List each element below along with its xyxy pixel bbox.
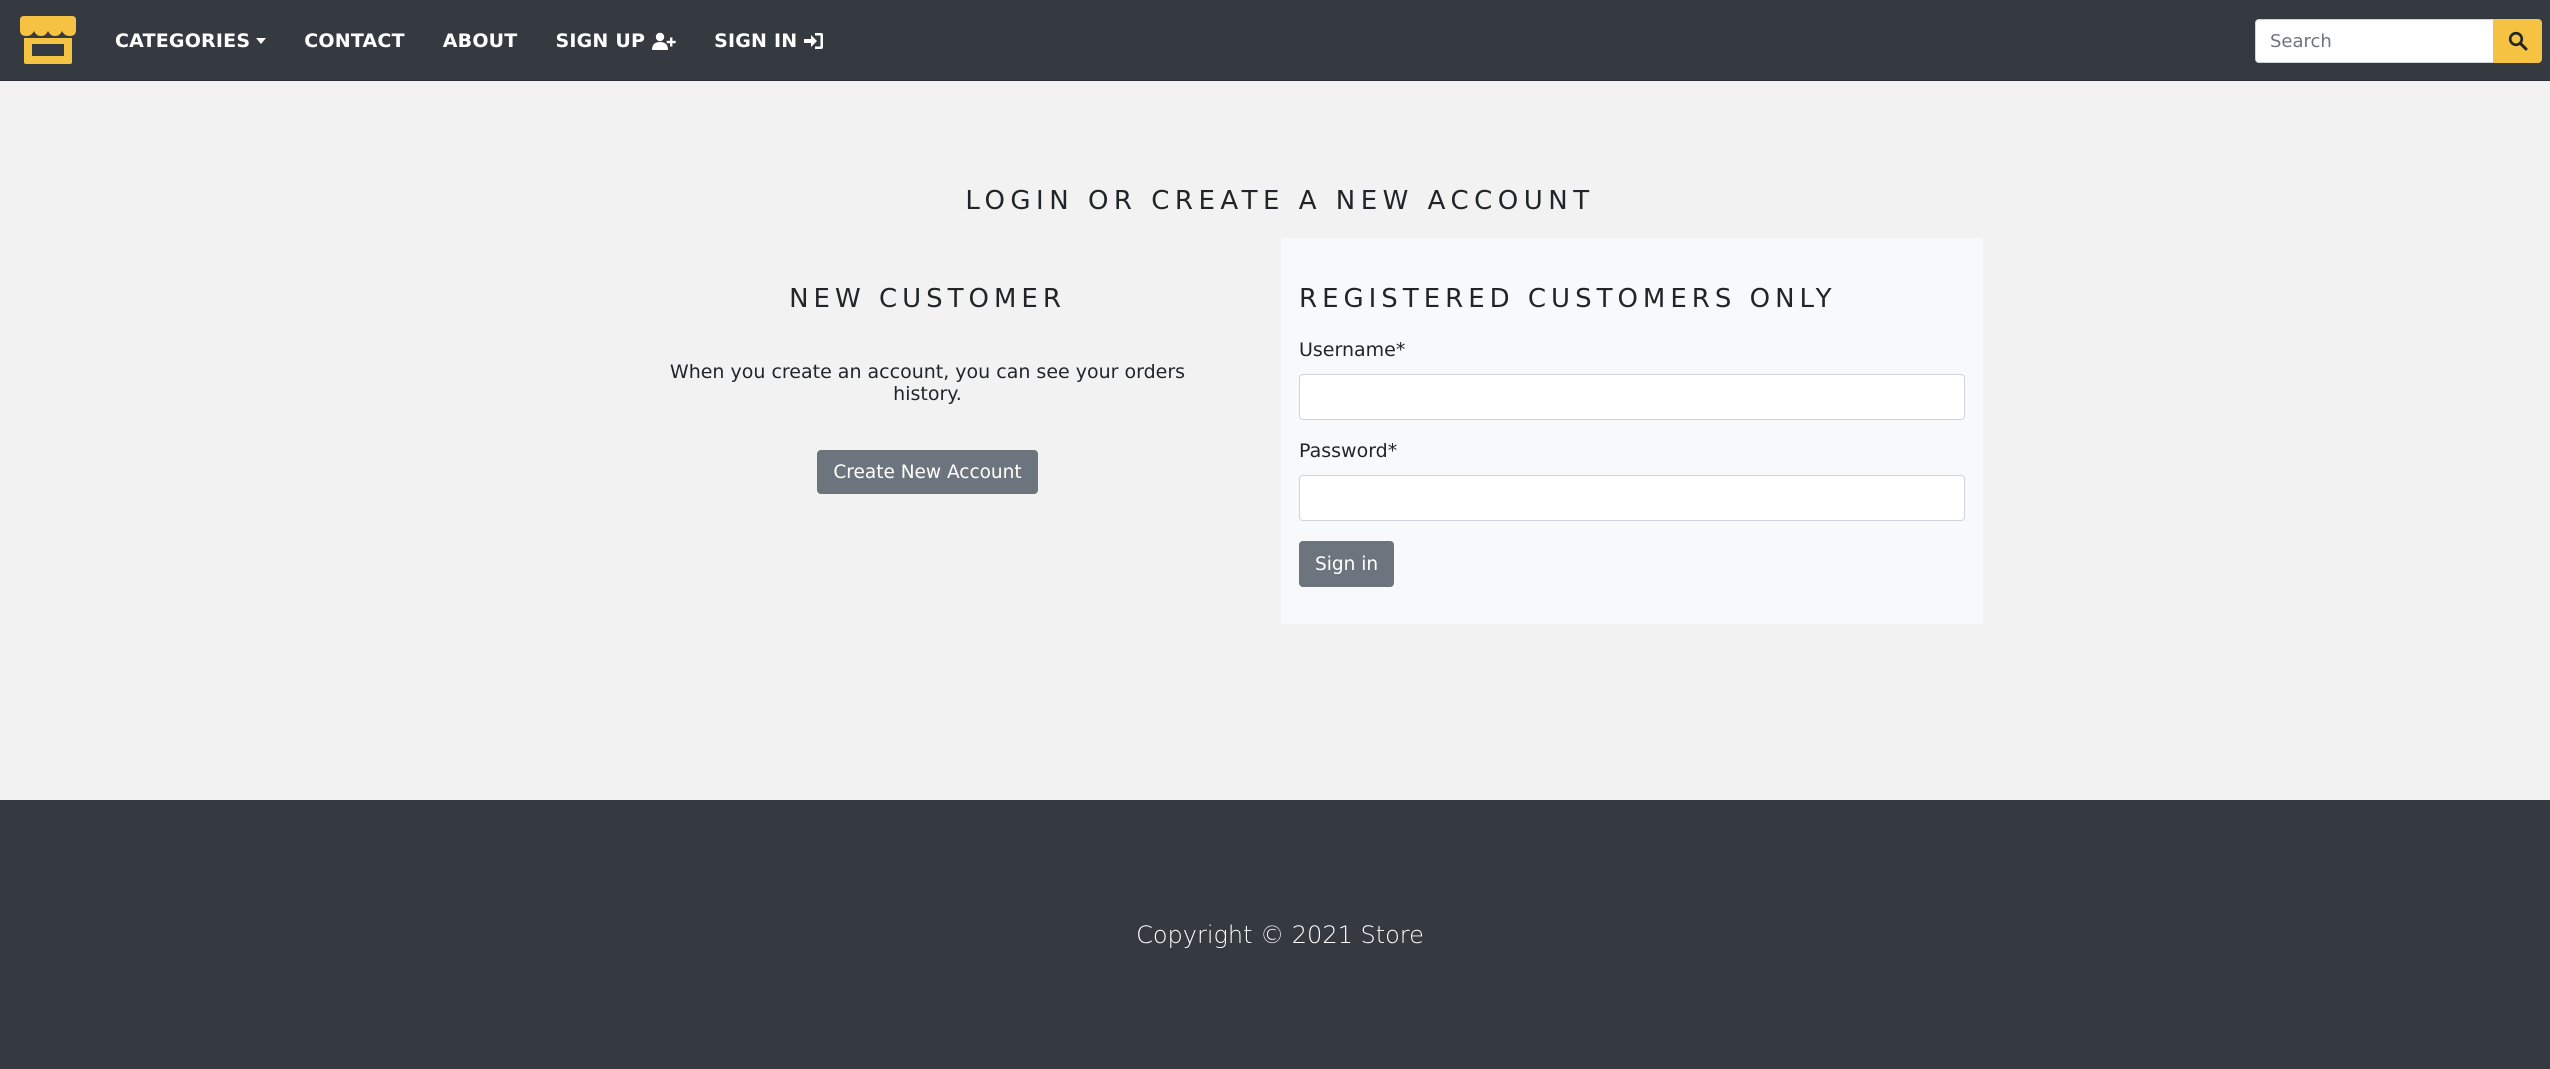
create-account-button[interactable]: Create New Account [817, 450, 1038, 494]
store-icon[interactable] [18, 14, 78, 66]
registered-customers-heading: REGISTERED CUSTOMERS ONLY [1299, 284, 1837, 314]
user-plus-icon [652, 32, 676, 50]
caret-down-icon [256, 37, 267, 44]
nav-contact-label: CONTACT [304, 29, 405, 52]
sign-in-button[interactable]: Sign in [1299, 541, 1395, 587]
username-field[interactable] [1299, 374, 1965, 420]
search-input[interactable] [2255, 19, 2493, 63]
page-title: LOGIN OR CREATE A NEW ACCOUNT [965, 186, 1595, 216]
password-label: Password* [1299, 440, 1398, 462]
top-navbar: CATEGORIES CONTACT ABOUT SIGN UP SIGN IN [0, 0, 2550, 81]
nav-signin-link[interactable]: SIGN IN [714, 30, 824, 52]
new-customer-section: NEW CUSTOMER When you create an account,… [640, 238, 1215, 494]
nav-categories-label: CATEGORIES [115, 29, 251, 52]
nav-signup-link[interactable]: SIGN UP [555, 30, 676, 52]
nav-contact-link[interactable]: CONTACT [304, 30, 405, 52]
footer: Copyright © 2021 Store [0, 800, 2550, 1069]
search-button[interactable] [2493, 19, 2542, 63]
registered-customers-section: REGISTERED CUSTOMERS ONLY Username* Pass… [1281, 238, 1983, 624]
new-customer-text: When you create an account, you can see … [669, 361, 1186, 405]
sign-in-icon [804, 32, 824, 49]
password-field[interactable] [1299, 475, 1965, 521]
nav-signup-label: SIGN UP [555, 29, 646, 52]
nav-about-link[interactable]: ABOUT [443, 30, 518, 52]
copyright-text: Copyright © 2021 Store [1136, 921, 1424, 949]
nav-about-label: ABOUT [442, 29, 518, 52]
search-icon [2508, 31, 2527, 51]
search-form [2255, 19, 2542, 63]
new-customer-heading: NEW CUSTOMER [789, 284, 1066, 314]
nav-signin-label: SIGN IN [714, 29, 798, 52]
nav-links: CATEGORIES CONTACT ABOUT SIGN UP SIGN IN [115, 0, 862, 81]
nav-categories-dropdown[interactable]: CATEGORIES [115, 29, 267, 52]
username-label: Username* [1299, 339, 1406, 361]
